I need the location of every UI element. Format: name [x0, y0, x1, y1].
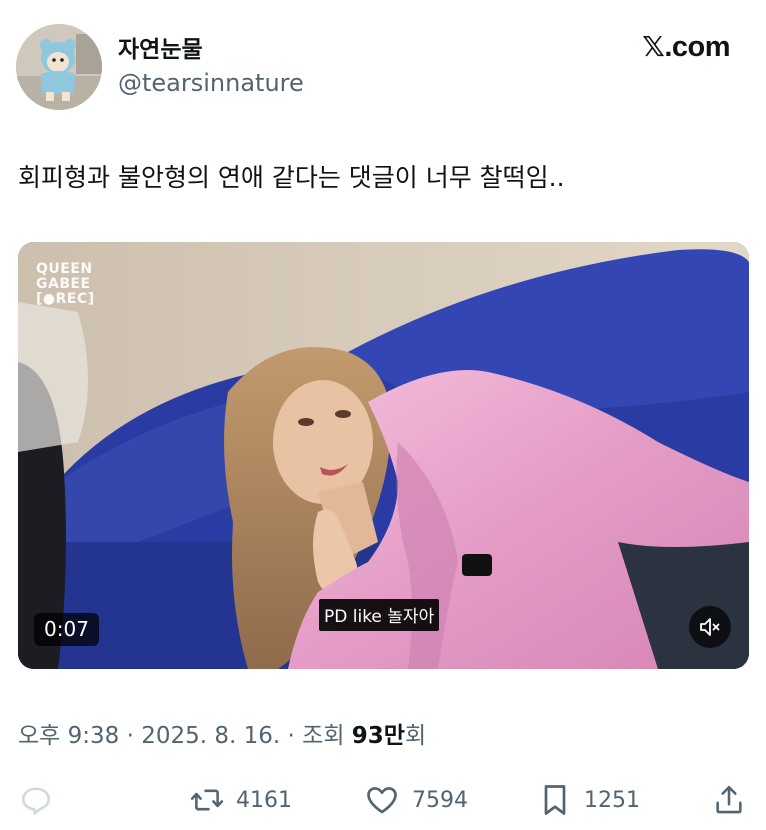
x-com-logo: 𝕏.com	[642, 30, 730, 64]
tweet-date[interactable]: 2025. 8. 16.	[141, 723, 280, 749]
tweet-text: 회피형과 불안형의 연애 같다는 댓글이 너무 찰떡임..	[18, 163, 565, 192]
bookmark-button[interactable]: 1251	[538, 778, 640, 822]
mute-button[interactable]	[689, 606, 731, 648]
retweet-icon	[190, 789, 224, 811]
meta-separator: ·	[119, 723, 142, 749]
retweet-count: 4161	[236, 787, 292, 813]
tweet-time[interactable]: 오후 9:38	[18, 723, 119, 749]
action-bar: 4161 7594 1251	[0, 778, 766, 822]
brand-suffix: .com	[664, 31, 730, 63]
video-timestamp: 0:07	[34, 613, 99, 646]
views-count: 93만	[351, 723, 405, 749]
heart-icon	[367, 787, 397, 814]
share-button[interactable]	[712, 778, 746, 822]
speaker-muted-icon	[700, 618, 720, 636]
video-subtitle: PD like 놀자아	[319, 599, 440, 631]
watermark-line-1: QUEEN	[36, 261, 93, 277]
like-count: 7594	[412, 787, 468, 813]
channel-watermark: QUEEN GABEE [●REC]	[36, 262, 95, 307]
bookmark-icon	[544, 785, 566, 815]
watermark-line-2: GABEE	[36, 276, 91, 292]
like-button[interactable]: 7594	[364, 778, 468, 822]
views-label: 조회	[302, 723, 352, 749]
author-display-name[interactable]: 자연눈물	[118, 30, 203, 64]
share-icon	[716, 785, 742, 814]
meta-separator: ·	[280, 723, 303, 749]
video-player[interactable]: QUEEN GABEE [●REC] PD like 놀자아 0:07	[18, 242, 749, 669]
x-logo-icon: 𝕏	[642, 30, 665, 63]
avatar[interactable]	[16, 24, 102, 110]
avatar-image	[16, 24, 102, 110]
watermark-line-3: [●REC]	[36, 291, 95, 307]
reply-icon	[21, 787, 51, 815]
bookmark-count: 1251	[584, 787, 640, 813]
views-suffix: 회	[404, 723, 427, 749]
tweet-meta: 오후 9:38 · 2025. 8. 16. · 조회 93만회	[18, 716, 426, 750]
reply-button[interactable]	[18, 778, 54, 822]
author-handle[interactable]: @tearsinnature	[118, 69, 304, 97]
retweet-button[interactable]: 4161	[190, 778, 292, 822]
